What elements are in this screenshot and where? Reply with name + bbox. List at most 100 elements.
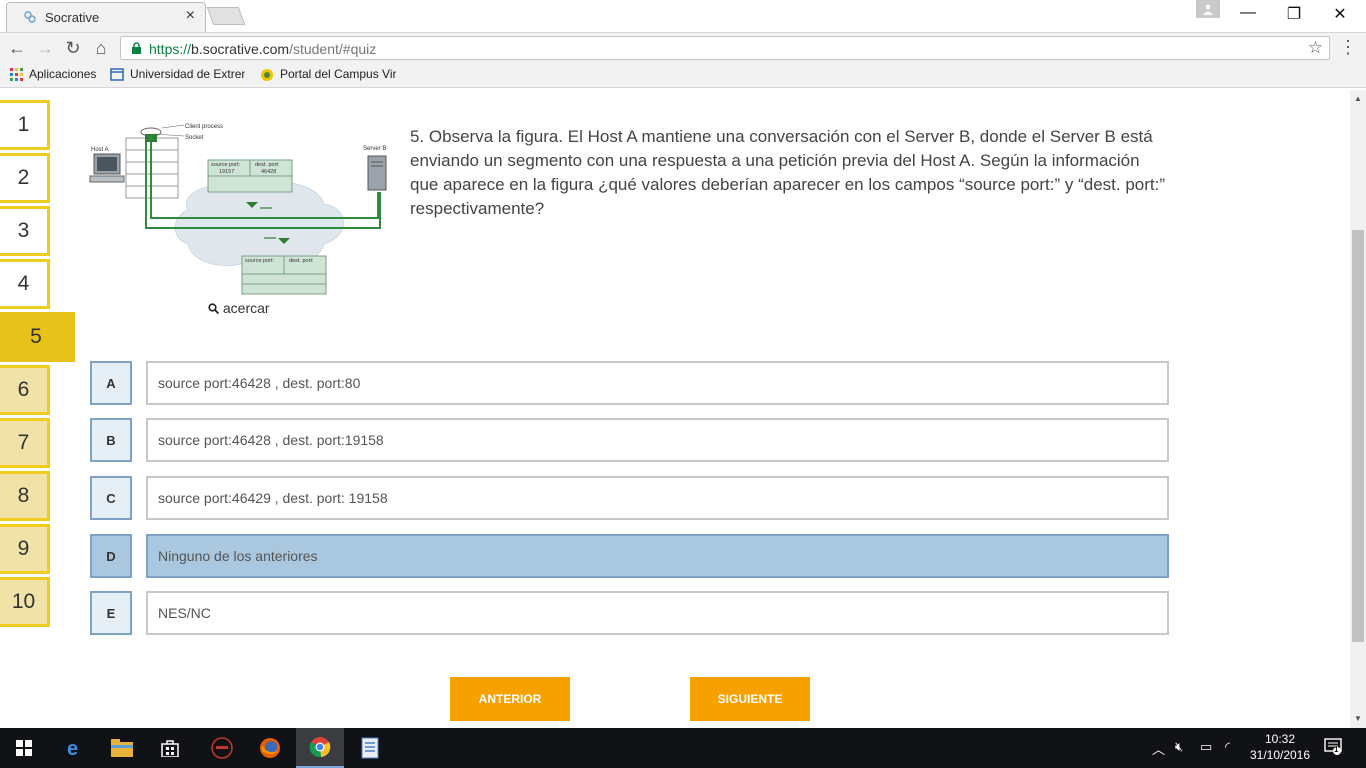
socket-label: Socket (185, 135, 204, 141)
restore-icon[interactable]: ❐ (1274, 4, 1314, 24)
system-clock[interactable]: 10:32 31/10/2016 (1244, 731, 1316, 763)
zoom-link[interactable]: acercar (208, 300, 270, 316)
asus-icon (211, 737, 233, 759)
host-a-computer-icon (89, 153, 125, 183)
taskbar-chrome[interactable] (296, 728, 344, 768)
zoom-label: acercar (222, 300, 270, 316)
server-b-label: Server B (363, 146, 386, 152)
previous-button[interactable]: ANTERIOR (450, 677, 570, 721)
question-nav-1[interactable]: 1 (0, 100, 50, 150)
option-b-text[interactable]: source port:46428 , dest. port:19158 (146, 418, 1169, 462)
document-icon (361, 737, 379, 759)
host-a-label: Host A (91, 147, 109, 153)
question-nav-7[interactable]: 7 (0, 418, 50, 468)
browser-menu-icon[interactable]: ⋮ (1339, 37, 1357, 58)
person-icon (1203, 4, 1213, 15)
clock-date: 31/10/2016 (1249, 748, 1311, 762)
tab-close-icon[interactable]: × (186, 7, 195, 25)
tray-chevron-icon[interactable]: ︿ (1152, 739, 1165, 758)
segment-top-source-value: 19157 (219, 169, 234, 175)
segment-top-dest-label: dest. port: (255, 162, 280, 168)
action-center-icon[interactable]: 1 (1324, 737, 1342, 758)
address-bar[interactable]: https://b.socrative.com/student/#quiz ☆ (120, 36, 1330, 60)
reload-icon[interactable]: ↻ (62, 37, 84, 59)
store-icon (161, 740, 179, 757)
question-nav-10[interactable]: 10 (0, 577, 50, 627)
taskbar-firefox[interactable] (246, 728, 294, 768)
tab-strip: Socrative × — ❐ ✕ (0, 0, 1366, 32)
battery-icon[interactable]: ▭ (1200, 739, 1212, 755)
taskbar-asus-app[interactable] (198, 728, 246, 768)
clock-time: 10:32 (1264, 732, 1296, 746)
question-nav-4[interactable]: 4 (0, 259, 50, 309)
segment-bottom-source-label: source port: (245, 258, 275, 264)
quiz-page: 1 2 3 4 5 6 7 8 9 10 Host A Client proce… (0, 90, 1350, 728)
tab-title: Socrative (45, 10, 100, 25)
option-d-letter[interactable]: D (90, 534, 132, 578)
firefox-icon (260, 738, 280, 758)
notification-count: 1 (1334, 745, 1339, 754)
edge-icon: e (67, 738, 78, 758)
bookmark-campus[interactable]: Portal del Campus Vir (260, 67, 396, 82)
bookmark-apps[interactable]: Aplicaciones (10, 67, 102, 82)
socrative-favicon-icon (24, 11, 36, 23)
scroll-up-icon[interactable]: ▲ (1354, 94, 1362, 103)
bookmark-universidad[interactable]: Universidad de Extrem (110, 67, 245, 82)
option-a-letter[interactable]: A (90, 361, 132, 405)
volume-muted-icon[interactable]: 🔇︎ (1175, 739, 1183, 755)
folder-icon (111, 739, 133, 757)
browser-tab[interactable]: Socrative × (6, 2, 206, 32)
profile-button[interactable] (1196, 0, 1220, 18)
back-arrow-icon[interactable]: ← (6, 37, 28, 59)
question-text: 5. Observa la figura. El Host A mantiene… (410, 127, 1166, 218)
home-icon[interactable]: ⌂ (90, 37, 112, 59)
network-cloud (174, 181, 344, 267)
option-d-text[interactable]: Ninguno de los anteriores (146, 534, 1169, 578)
chrome-icon (309, 737, 331, 758)
forward-arrow-icon[interactable]: → (34, 37, 56, 59)
windows-taskbar: e ︿ 🔇︎ ▭ ◜ 10:32 31/10/2016 1 (0, 728, 1366, 768)
network-diagram-figure: Host A Client process Socket Server B so… (89, 124, 387, 295)
browser-toolbar: ← → ↻ ⌂ https://b.socrative.com/student/… (0, 32, 1366, 62)
segment-bottom-box: source port: dest. port: (241, 255, 327, 295)
minimize-icon[interactable]: — (1228, 4, 1268, 22)
bookmarks-bar: Aplicaciones Universidad de Extrem Porta… (0, 62, 1366, 88)
question-nav-2[interactable]: 2 (0, 153, 50, 203)
segment-top-source-label: source port: (211, 162, 241, 168)
taskbar-file-explorer[interactable] (98, 728, 146, 768)
scroll-thumb[interactable] (1352, 230, 1364, 642)
question-nav-3[interactable]: 3 (0, 206, 50, 256)
taskbar-store[interactable] (146, 728, 194, 768)
url-text: https://b.socrative.com/student/#quiz (149, 41, 377, 57)
client-process-label: Client process (185, 124, 223, 130)
window-close-icon[interactable]: ✕ (1320, 4, 1360, 24)
option-e-letter[interactable]: E (90, 591, 132, 635)
segment-bottom-dest-label: dest. port: (289, 258, 314, 264)
option-b-letter[interactable]: B (90, 418, 132, 462)
new-tab-button[interactable] (206, 7, 246, 25)
question-nav-8[interactable]: 8 (0, 471, 50, 521)
apps-grid-icon (10, 68, 23, 82)
bookmark-star-icon[interactable]: ☆ (1308, 38, 1323, 58)
windows-logo-icon (16, 740, 32, 756)
scroll-down-icon[interactable]: ▼ (1354, 714, 1362, 723)
option-c-letter[interactable]: C (90, 476, 132, 520)
page-scrollbar[interactable]: ▲ ▼ (1350, 90, 1366, 728)
option-e-text[interactable]: NES/NC (146, 591, 1169, 635)
question-nav-5[interactable]: 5 (0, 312, 75, 362)
question-nav-9[interactable]: 9 (0, 524, 50, 574)
server-b-icon (367, 155, 387, 191)
start-button[interactable] (0, 728, 48, 768)
taskbar-notepad[interactable] (346, 728, 394, 768)
svg-text:e: e (67, 738, 78, 758)
taskbar-edge[interactable]: e (50, 728, 98, 768)
wifi-icon[interactable]: ◜ (1225, 739, 1230, 755)
page-icon (110, 68, 124, 82)
question-nav-6[interactable]: 6 (0, 365, 50, 415)
option-c-text[interactable]: source port:46429 , dest. port: 19158 (146, 476, 1169, 520)
option-a-text[interactable]: source port:46428 , dest. port:80 (146, 361, 1169, 405)
lock-icon (132, 42, 141, 54)
segment-top-dest-value: 46428 (261, 169, 276, 175)
next-button[interactable]: SIGUIENTE (690, 677, 810, 721)
segment-top-box: source port: 19157 dest. port: 46428 (207, 159, 293, 193)
